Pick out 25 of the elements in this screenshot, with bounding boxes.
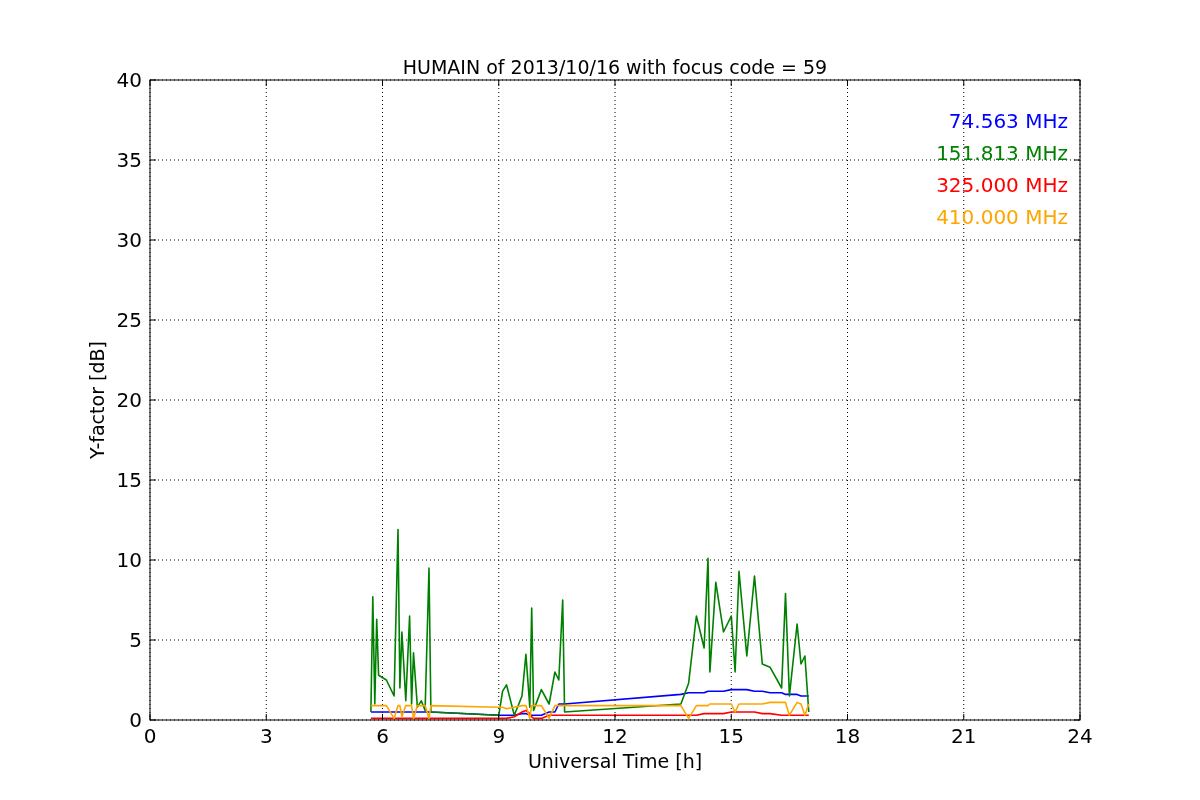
y-tick-label: 5: [129, 628, 142, 652]
x-tick-label: 0: [143, 724, 157, 748]
y-tick-label: 35: [116, 148, 142, 172]
y-tick-label: 40: [116, 68, 142, 92]
y-tick-label: 15: [116, 468, 142, 492]
y-tick-label: 25: [116, 308, 142, 332]
y-tick-label: 10: [116, 548, 142, 572]
x-tick-label: 15: [718, 724, 744, 748]
legend-label: 410.000 MHz: [936, 205, 1068, 229]
y-tick-label: 20: [116, 388, 142, 412]
legend-label: 325.000 MHz: [936, 173, 1068, 197]
x-tick-label: 6: [376, 724, 389, 748]
x-tick-label: 21: [951, 724, 977, 748]
chart-title: HUMAIN of 2013/10/16 with focus code = 59: [402, 56, 828, 78]
legend-label: 151.813 MHz: [936, 141, 1068, 165]
y-tick-label: 0: [129, 708, 142, 732]
x-tick-label: 24: [1067, 724, 1093, 748]
legend-label: 74.563 MHz: [948, 109, 1068, 133]
x-tick-label: 3: [259, 724, 273, 748]
x-tick-label: 12: [602, 724, 628, 748]
x-axis-label: Universal Time [h]: [527, 750, 703, 772]
x-tick-label: 9: [492, 724, 506, 748]
y-tick-label: 30: [116, 228, 142, 252]
x-tick-label: 18: [834, 724, 861, 748]
y-axis-label: Y-factor [dB]: [86, 341, 108, 459]
